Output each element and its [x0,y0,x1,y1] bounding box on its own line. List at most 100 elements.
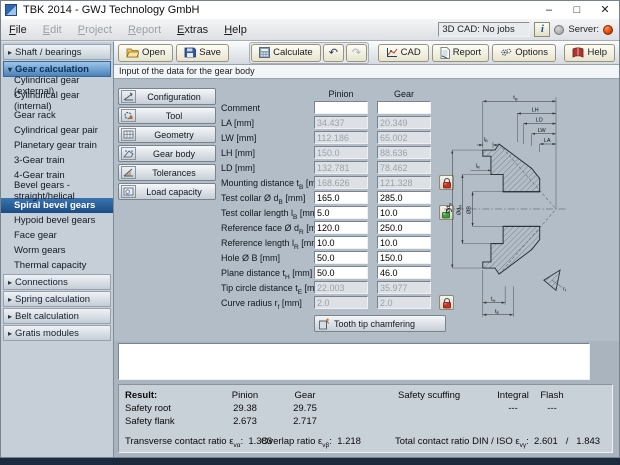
svg-text:LH: LH [532,107,539,113]
svg-text:rf: rf [563,286,567,292]
gear-input-lw-mm [377,131,431,144]
gear-body-icon [121,147,136,160]
configuration-icon [121,90,136,103]
svg-text:LD: LD [536,118,543,124]
total-contact-ratio: Total contact ratio DIN / ISO εvγ: 2.601… [395,436,600,449]
load-capacity-icon: Q [121,185,136,198]
minimize-button[interactable]: – [535,1,563,19]
gear-body-diagram: tB LH LD LW LA lB lR ØdB ØdR ØB tH tE rf [442,85,610,327]
menu-item-report: Report [120,20,169,40]
pinion-input-tip-circle-distance-te [314,281,368,294]
options-button[interactable]: Options [492,44,556,62]
tolerances-button[interactable]: Tolerances [118,164,216,181]
help-button[interactable]: Help [564,44,615,62]
gear-input-hole-b-mm[interactable] [377,251,431,264]
tolerances-icon [121,166,136,179]
gear-input-reference-length-lr[interactable] [377,236,431,249]
gear-body-button[interactable]: Gear body [118,145,216,162]
menu-item-edit: Edit [35,20,70,40]
menu-item-extras[interactable]: Extras [169,20,216,40]
sidebar-section-gratis-modules[interactable]: ▸Gratis modules [3,325,111,341]
gear-input-comment[interactable] [377,101,431,114]
pinion-input-reference-length-lr[interactable] [314,236,368,249]
calculate-button[interactable]: Calculate [251,44,321,62]
title-bar: TBK 2014 - GWJ Technology GmbH – □ ✕ [1,1,619,19]
menu-bar: File Edit Project Report Extras Help 3D … [1,19,619,41]
sidebar-item-cylindrical-gear-pair[interactable]: Cylindrical gear pair [1,123,113,138]
configuration-button[interactable]: Configuration [118,88,216,105]
svg-text:lR: lR [476,163,480,169]
sidebar-item-planetary-gear-train[interactable]: Planetary gear train [1,138,113,153]
gear-input-reference-face-dr[interactable] [377,221,431,234]
triangle-right-icon: ▸ [8,295,12,304]
tool-button[interactable]: Tool [118,107,216,124]
undo-button[interactable]: ↶ [323,44,344,62]
svg-text:lB: lB [484,137,488,143]
svg-text:tH: tH [491,297,496,303]
sidebar-section-spring-calculation[interactable]: ▸Spring calculation [3,291,111,307]
maximize-button[interactable]: □ [563,1,591,19]
pinion-input-test-collar-length-lb[interactable] [314,206,368,219]
info-button[interactable]: i [534,22,550,37]
cad-button[interactable]: CAD [378,44,429,62]
load-capacity-button[interactable]: Q Load capacity [118,183,216,200]
app-window: TBK 2014 - GWJ Technology GmbH – □ ✕ Fil… [0,0,620,458]
result-panel: Result: Pinion Gear Safety scuffing Inte… [118,384,613,453]
sidebar: ▸Shaft / bearings▾Gear calculationCylind… [1,41,114,457]
sidebar-item-hypoid-bevel-gears[interactable]: Hypoid bevel gears [1,213,113,228]
open-button[interactable]: Open [118,44,173,62]
pinion-input-comment[interactable] [314,101,368,114]
sidebar-section-belt-calculation[interactable]: ▸Belt calculation [3,308,111,324]
info-bar: Input of the data for the gear body [114,65,619,79]
safety-flank-gear: 2.717 [275,416,335,427]
app-icon [5,4,17,16]
gear-input-test-collar-db[interactable] [377,191,431,204]
svg-text:Q: Q [125,190,130,196]
svg-text:ØdR: ØdR [456,205,462,215]
section-label: Belt calculation [15,311,79,322]
pinion-input-la-mm [314,116,368,129]
window-title: TBK 2014 - GWJ Technology GmbH [23,4,535,16]
pinion-input-plane-distance-th[interactable] [314,266,368,279]
svg-text:tE: tE [495,309,500,315]
gear-input-lh-mm [377,146,431,159]
report-page-icon [440,47,450,59]
open-label: Open [142,47,165,58]
sidebar-item-3-gear-train[interactable]: 3-Gear train [1,153,113,168]
triangle-right-icon: ▸ [8,312,12,321]
sidebar-section-shaft-bearings[interactable]: ▸Shaft / bearings [3,44,111,60]
pinion-input-hole-b-mm[interactable] [314,251,368,264]
geometry-button[interactable]: Geometry [118,126,216,143]
menu-item-help[interactable]: Help [216,20,255,40]
save-button[interactable]: Save [176,44,229,62]
gear-input-tip-circle-distance-te [377,281,431,294]
chamfer-label: Tooth tip chamfering [334,319,415,329]
sidebar-item-cylindrical-gear-internal[interactable]: Cylindrical gear (internal) [1,93,113,108]
open-folder-icon [126,47,139,58]
gear-input-test-collar-length-lb[interactable] [377,206,431,219]
cad-status-field: 3D CAD: No jobs [438,22,530,37]
row-label-reference-face-dr: Reference face Ø dR [mm] [221,223,326,236]
server-label: Server: [568,24,599,35]
gear-input-curve-radius-rf [377,296,431,309]
section-label: Spring calculation [15,294,90,305]
svg-text:ØB: ØB [467,206,473,214]
sidebar-item-bevel-gears-straight-helical[interactable]: Bevel gears - straight/helical [1,183,113,198]
tooth-tip-chamfering-button[interactable]: Tooth tip chamfering [314,315,446,332]
geometry-label: Geometry [139,130,215,140]
sidebar-section-connections[interactable]: ▸Connections [3,274,111,290]
pinion-input-test-collar-db[interactable] [314,191,368,204]
gear-input-mounting-distance-tb [377,176,431,189]
sidebar-item-thermal-capacity[interactable]: Thermal capacity [1,258,113,273]
svg-text:ØdB: ØdB [446,203,452,213]
sidebar-item-face-gear[interactable]: Face gear [1,228,113,243]
sidebar-item-worm-gears[interactable]: Worm gears [1,243,113,258]
safety-flank-pinion: 2.673 [215,416,275,427]
tool-icon [121,109,136,122]
section-label: Gratis modules [15,328,79,339]
report-button[interactable]: Report [432,44,490,62]
gear-input-plane-distance-th[interactable] [377,266,431,279]
menu-item-file[interactable]: File [1,20,35,40]
pinion-input-reference-face-dr[interactable] [314,221,368,234]
close-button[interactable]: ✕ [591,1,619,19]
